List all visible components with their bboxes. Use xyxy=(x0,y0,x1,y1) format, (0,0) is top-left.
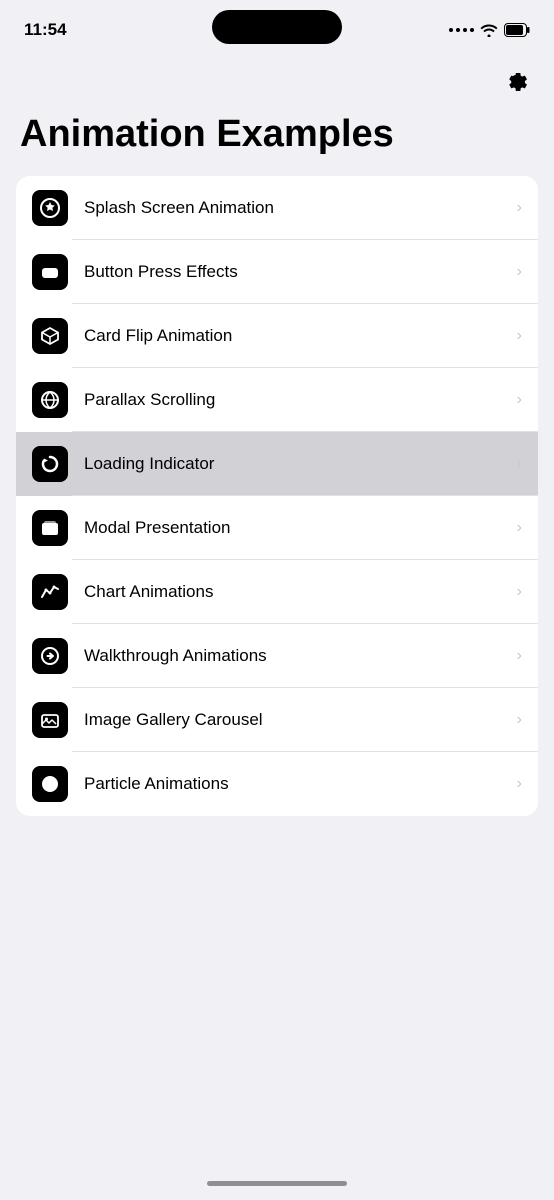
wifi-icon xyxy=(480,23,498,37)
chevron-icon: › xyxy=(517,711,522,729)
modal-label: Modal Presentation xyxy=(84,518,517,538)
status-bar: 11:54 xyxy=(0,0,554,54)
list-item-parallax[interactable]: Parallax Scrolling › xyxy=(16,368,538,432)
gallery-icon xyxy=(32,702,68,738)
walkthrough-icon xyxy=(32,638,68,674)
chart-label: Chart Animations xyxy=(84,582,517,602)
list-item-loading[interactable]: Loading Indicator › xyxy=(16,432,538,496)
status-icons xyxy=(449,23,530,37)
list-item-card-flip[interactable]: Card Flip Animation › xyxy=(16,304,538,368)
button-press-icon xyxy=(32,254,68,290)
loading-icon xyxy=(32,446,68,482)
gallery-label: Image Gallery Carousel xyxy=(84,710,517,730)
particle-label: Particle Animations xyxy=(84,774,517,794)
list-item-chart[interactable]: Chart Animations › xyxy=(16,560,538,624)
parallax-icon xyxy=(32,382,68,418)
settings-container xyxy=(0,54,554,106)
battery-icon xyxy=(504,23,530,37)
chevron-icon: › xyxy=(517,263,522,281)
chevron-icon: › xyxy=(517,455,522,473)
splash-screen-icon xyxy=(32,190,68,226)
settings-button[interactable] xyxy=(498,62,534,98)
chevron-icon: › xyxy=(517,391,522,409)
menu-list: Splash Screen Animation › Button Press E… xyxy=(16,176,538,816)
list-item-walkthrough[interactable]: Walkthrough Animations › xyxy=(16,624,538,688)
home-indicator xyxy=(207,1181,347,1186)
card-flip-icon xyxy=(32,318,68,354)
chevron-icon: › xyxy=(517,327,522,345)
list-item-modal[interactable]: Modal Presentation › xyxy=(16,496,538,560)
button-press-label: Button Press Effects xyxy=(84,262,517,282)
chevron-icon: › xyxy=(517,519,522,537)
chevron-icon: › xyxy=(517,583,522,601)
list-item-button-press[interactable]: Button Press Effects › xyxy=(16,240,538,304)
list-item-particle[interactable]: Particle Animations › xyxy=(16,752,538,816)
list-item-splash-screen[interactable]: Splash Screen Animation › xyxy=(16,176,538,240)
notch xyxy=(212,10,342,44)
status-time: 11:54 xyxy=(24,20,67,40)
page-title: Animation Examples xyxy=(0,106,554,176)
particle-icon xyxy=(32,766,68,802)
splash-screen-label: Splash Screen Animation xyxy=(84,198,517,218)
signal-icon xyxy=(449,28,474,32)
parallax-label: Parallax Scrolling xyxy=(84,390,517,410)
chevron-icon: › xyxy=(517,647,522,665)
chevron-icon: › xyxy=(517,199,522,217)
modal-icon xyxy=(32,510,68,546)
walkthrough-label: Walkthrough Animations xyxy=(84,646,517,666)
chevron-icon: › xyxy=(517,775,522,793)
card-flip-label: Card Flip Animation xyxy=(84,326,517,346)
chart-icon xyxy=(32,574,68,610)
loading-label: Loading Indicator xyxy=(84,454,517,474)
list-item-gallery[interactable]: Image Gallery Carousel › xyxy=(16,688,538,752)
